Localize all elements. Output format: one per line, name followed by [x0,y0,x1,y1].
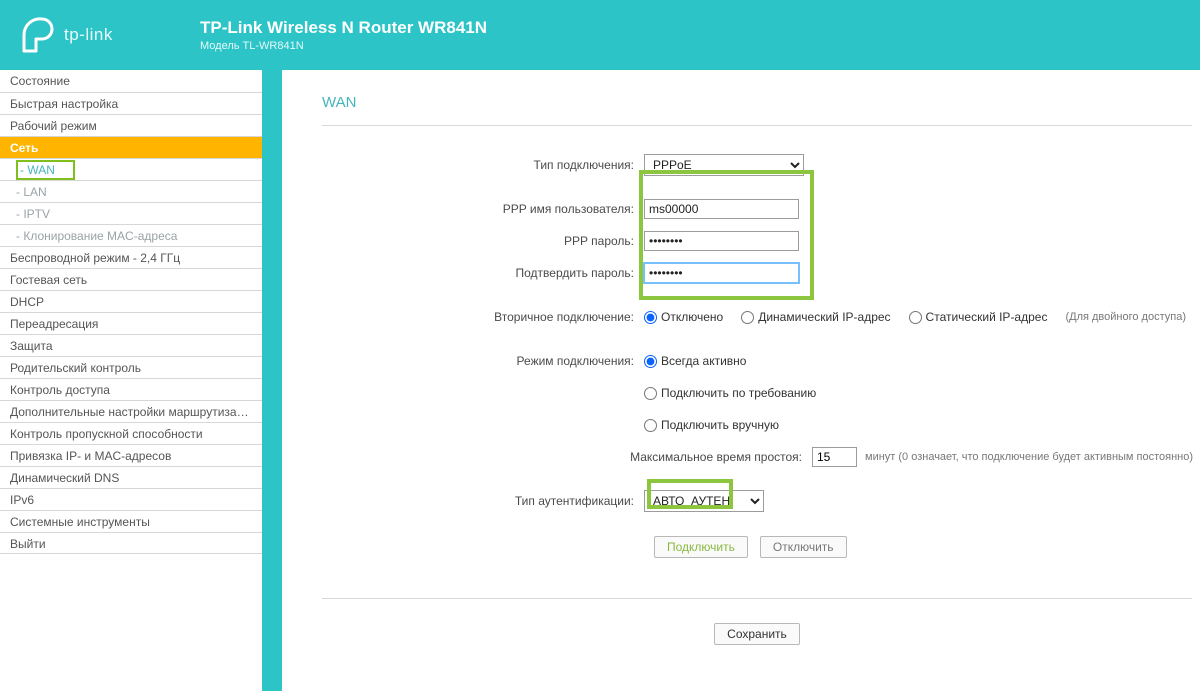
connect-button[interactable]: Подключить [654,536,748,558]
radio-label-mode-manual: Подключить вручную [661,418,779,432]
page-title: WAN [322,94,1200,111]
vertical-divider [262,70,282,691]
nav-item-0[interactable]: Состояние [0,70,262,92]
select-connection-type[interactable]: PPPoE [644,154,804,176]
label-connection-mode: Режим подключения: [322,354,644,368]
divider [322,598,1192,599]
hint-idle-time: минут (0 означает, что подключение будет… [865,451,1193,463]
device-title: TP-Link Wireless N Router WR841N [200,18,487,38]
nav-item-11[interactable]: Переадресация [0,312,262,334]
radio-label-secondary-off: Отключено [661,310,723,324]
nav-item-12[interactable]: Защита [0,334,262,356]
nav-item-19[interactable]: IPv6 [0,488,262,510]
radio-secondary-off[interactable] [644,311,657,324]
nav-item-8[interactable]: Беспроводной режим - 2,4 ГГц [0,246,262,268]
header: tp-link TP-Link Wireless N Router WR841N… [0,0,1200,70]
brand-text: tp-link [64,25,113,45]
nav-item-7[interactable]: - Клонирование MAC-адреса [0,224,262,246]
save-button[interactable]: Сохранить [714,623,800,645]
label-secondary-connection: Вторичное подключение: [322,310,644,324]
nav-highlight-wan: - WAN [16,160,75,180]
brand-logo: tp-link [20,17,180,53]
radio-label-mode-demand: Подключить по требованию [661,386,816,400]
nav-item-21[interactable]: Выйти [0,532,262,554]
nav-item-13[interactable]: Родительский контроль [0,356,262,378]
nav-item-17[interactable]: Привязка IP- и MAC-адресов [0,444,262,466]
nav-item-5[interactable]: - LAN [0,180,262,202]
radio-mode-manual[interactable] [644,419,657,432]
radio-secondary-static[interactable] [909,311,922,324]
nav-item-4[interactable]: - WAN [0,158,262,180]
label-connection-type: Тип подключения: [322,158,644,172]
radio-label-mode-always: Всегда активно [661,354,746,368]
input-idle-time[interactable] [812,447,857,467]
label-ppp-user: PPP имя пользователя: [322,202,644,216]
device-model: Модель TL-WR841N [200,40,487,52]
sidebar: СостояниеБыстрая настройкаРабочий режимС… [0,70,262,691]
nav-item-14[interactable]: Контроль доступа [0,378,262,400]
main-content: WAN Тип подключения: PPPoE PPP имя польз… [282,70,1200,691]
label-ppp-password: PPP пароль: [322,234,644,248]
label-ppp-password-confirm: Подтвердить пароль: [322,266,644,280]
divider [322,125,1192,126]
nav-item-15[interactable]: Дополнительные настройки маршрутизации [0,400,262,422]
radio-label-secondary-dynamic: Динамический IP-адрес [758,310,890,324]
nav-item-10[interactable]: DHCP [0,290,262,312]
nav-item-20[interactable]: Системные инструменты [0,510,262,532]
disconnect-button[interactable]: Отключить [760,536,847,558]
radio-secondary-dynamic[interactable] [741,311,754,324]
nav-item-6[interactable]: - IPTV [0,202,262,224]
nav-item-1[interactable]: Быстрая настройка [0,92,262,114]
label-auth-type: Тип аутентификации: [322,494,644,508]
nav-item-2[interactable]: Рабочий режим [0,114,262,136]
tp-link-logo-icon [20,17,56,53]
radio-mode-always[interactable] [644,355,657,368]
nav-item-3[interactable]: Сеть [0,136,262,158]
radio-label-secondary-static: Статический IP-адрес [926,310,1048,324]
nav-item-18[interactable]: Динамический DNS [0,466,262,488]
hint-secondary: (Для двойного доступа) [1065,311,1186,323]
input-ppp-user[interactable] [644,199,799,219]
input-ppp-password-confirm[interactable] [644,263,799,283]
select-auth-type[interactable]: АВТО_АУТЕН [644,490,764,512]
radio-mode-demand[interactable] [644,387,657,400]
label-idle-time: Максимальное время простоя: [322,450,812,464]
nav-item-9[interactable]: Гостевая сеть [0,268,262,290]
input-ppp-password[interactable] [644,231,799,251]
nav-item-16[interactable]: Контроль пропускной способности [0,422,262,444]
